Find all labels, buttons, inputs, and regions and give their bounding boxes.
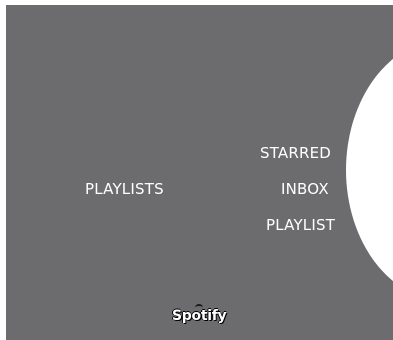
logo-wordmark: Spotify	[172, 308, 227, 324]
playlists-menu-item[interactable]: PLAYLISTS	[85, 180, 164, 198]
wheel-item-starred[interactable]: STARRED	[260, 144, 331, 162]
scroll-wheel[interactable]	[346, 39, 393, 301]
wheel-item-inbox[interactable]: INBOX	[281, 180, 329, 198]
wheel-item-playlist[interactable]: PLAYLIST	[266, 216, 335, 234]
spotify-logo: Spotify	[172, 304, 232, 328]
menu-panel: PLAYLISTS STARRED INBOX PLAYLIST Spotify	[6, 5, 393, 340]
